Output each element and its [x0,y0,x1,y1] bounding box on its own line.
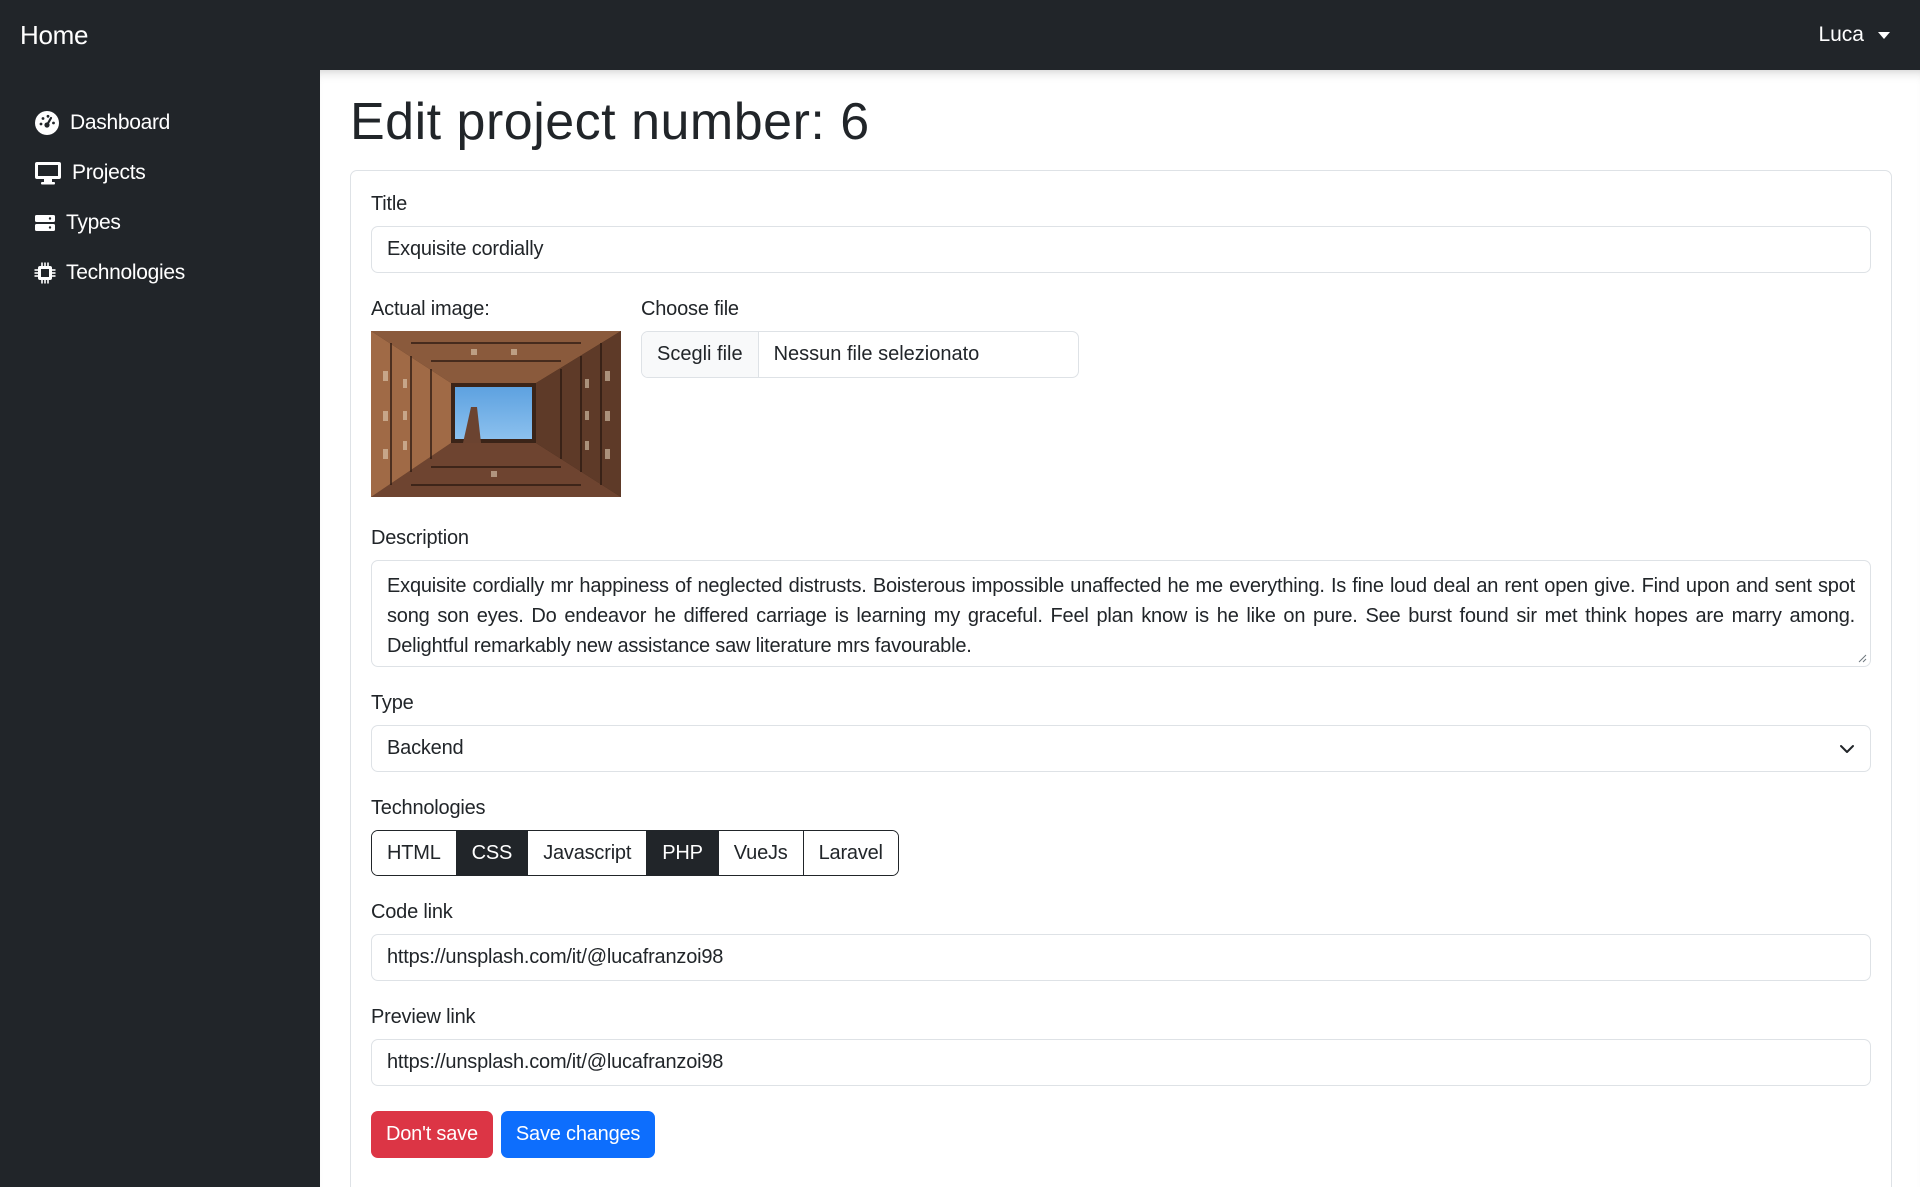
tech-toggle-javascript[interactable]: Javascript [527,831,647,875]
resize-handle-icon[interactable] [1857,653,1867,663]
sidebar-item-technologies[interactable]: Technologies [0,248,320,298]
preview-link-label: Preview link [371,1006,476,1028]
sidebar-item-label: Technologies [66,261,185,284]
page-title: Edit project number: 6 [350,93,870,151]
main-content: Edit project number: 6 Title Exquisite c… [320,70,1920,1187]
code-link-input[interactable]: https://unsplash.com/it/@lucafranzoi98 [371,934,1871,981]
user-dropdown[interactable]: Luca [1818,23,1890,47]
choose-file-label: Choose file [641,298,739,320]
save-changes-button[interactable]: Save changes [500,1111,656,1158]
top-navbar: Home Luca [0,0,1920,70]
sidebar-item-label: Projects [72,161,146,184]
title-label: Title [371,193,408,215]
sidebar-item-label: Types [66,211,121,234]
caret-down-icon [1878,31,1890,39]
preview-link-input[interactable]: https://unsplash.com/it/@lucafranzoi98 [371,1039,1871,1086]
monitor-icon [35,162,61,185]
sidebar-item-types[interactable]: Types [0,198,320,248]
description-text: Exquisite cordially mr happiness of negl… [387,575,1855,657]
sidebar: Dashboard Projects Types Technologies [0,70,320,1187]
chevron-down-icon [1840,744,1854,753]
type-label: Type [371,692,414,714]
type-select[interactable]: Backend [371,725,1871,772]
type-selected-value: Backend [387,737,464,759]
description-textarea[interactable]: Exquisite cordially mr happiness of negl… [371,560,1871,667]
code-link-label: Code link [371,901,453,923]
sidebar-item-label: Dashboard [70,111,171,134]
actual-image-label: Actual image: [371,298,490,320]
file-status: Nessun file selezionato [773,343,980,365]
sidebar-item-projects[interactable]: Projects [0,148,320,198]
technologies-label: Technologies [371,797,486,819]
title-input[interactable]: Exquisite cordially [371,226,1871,273]
user-name: Luca [1818,23,1864,46]
technologies-toggle-group: HTML CSS Javascript PHP VueJs Laravel [371,830,899,876]
server-icon [35,215,55,231]
tech-toggle-html[interactable]: HTML [372,831,456,875]
tech-toggle-php[interactable]: PHP [646,831,718,875]
file-input[interactable]: Scegli file Nessun file selezionato [641,331,1079,378]
microchip-icon [34,262,56,284]
sidebar-item-dashboard[interactable]: Dashboard [0,98,320,148]
tech-toggle-laravel[interactable]: Laravel [802,831,898,875]
dont-save-button[interactable]: Don't save [371,1111,493,1158]
gauge-icon [35,111,59,135]
project-image [371,331,621,497]
tech-toggle-css[interactable]: CSS [455,831,528,875]
edit-form: Title Exquisite cordially Actual image: [350,170,1892,1187]
home-link[interactable]: Home [20,20,88,51]
description-label: Description [371,527,469,549]
tech-toggle-vuejs[interactable]: VueJs [717,831,803,875]
choose-file-button[interactable]: Scegli file [642,332,759,377]
